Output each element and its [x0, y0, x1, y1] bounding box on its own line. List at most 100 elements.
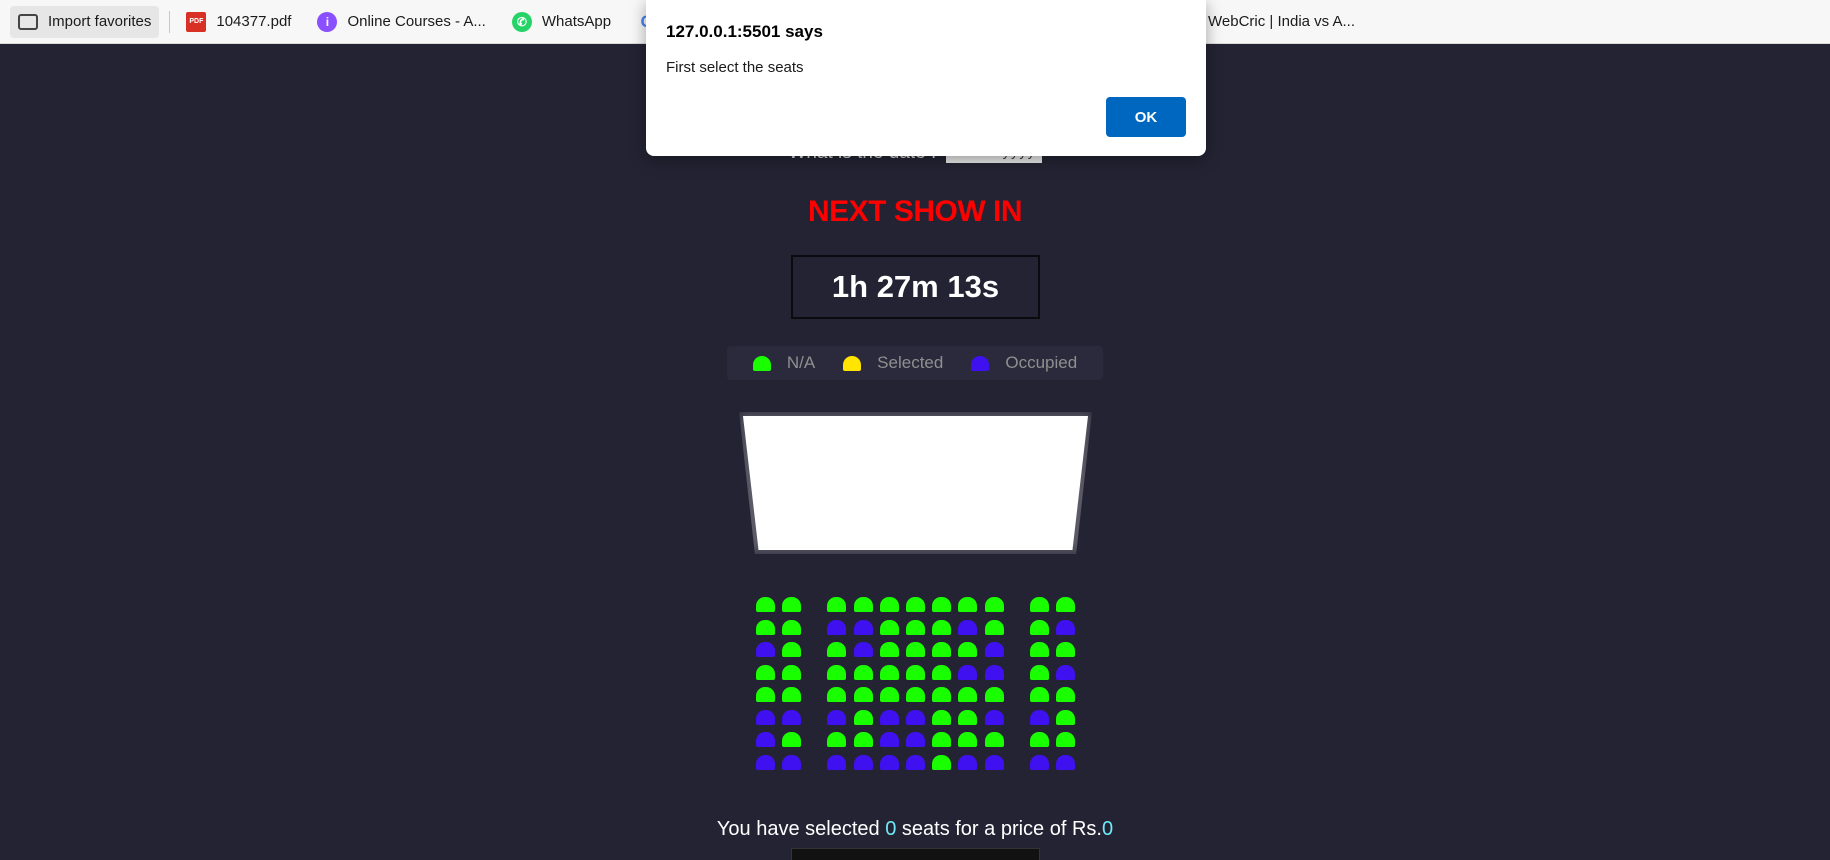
seat[interactable]: [932, 597, 951, 612]
seat[interactable]: [756, 732, 775, 747]
seat[interactable]: [1056, 597, 1075, 612]
seat[interactable]: [1056, 642, 1075, 657]
seat[interactable]: [782, 619, 801, 635]
seat[interactable]: [854, 619, 873, 635]
seat[interactable]: [827, 664, 846, 680]
seat[interactable]: [854, 754, 873, 770]
favorite-pdf[interactable]: PDF 104377.pdf: [178, 6, 299, 38]
seat[interactable]: [932, 664, 951, 680]
seat[interactable]: [985, 732, 1004, 747]
seat[interactable]: [958, 619, 977, 635]
seat[interactable]: [958, 687, 977, 702]
seat[interactable]: [985, 664, 1004, 680]
seat[interactable]: [854, 664, 873, 680]
seat[interactable]: [827, 709, 846, 725]
seat[interactable]: [782, 597, 801, 612]
seat[interactable]: [756, 709, 775, 725]
seat[interactable]: [827, 619, 846, 635]
seat[interactable]: [756, 642, 775, 657]
seat[interactable]: [854, 732, 873, 747]
seat[interactable]: [932, 709, 951, 725]
seat[interactable]: [985, 709, 1004, 725]
seat[interactable]: [756, 619, 775, 635]
legend-selected-label: Selected: [877, 353, 944, 372]
seat[interactable]: [1030, 642, 1049, 657]
seat[interactable]: [985, 597, 1004, 612]
seat[interactable]: [880, 709, 899, 725]
seat[interactable]: [1030, 687, 1049, 702]
seat[interactable]: [756, 687, 775, 702]
next-show-title: NEXT SHOW IN: [807, 195, 1023, 228]
seat[interactable]: [827, 732, 846, 747]
seat[interactable]: [932, 732, 951, 747]
seat[interactable]: [827, 754, 846, 770]
seat[interactable]: [1056, 754, 1075, 770]
seat[interactable]: [985, 687, 1004, 702]
seat[interactable]: [854, 709, 873, 725]
seat[interactable]: [880, 754, 899, 770]
seat[interactable]: [782, 732, 801, 747]
seat[interactable]: [1056, 687, 1075, 702]
seat[interactable]: [958, 754, 977, 770]
seat[interactable]: [880, 664, 899, 680]
seat[interactable]: [782, 664, 801, 680]
seat[interactable]: [827, 687, 846, 702]
seat[interactable]: [880, 619, 899, 635]
favorite-online-courses[interactable]: i Online Courses - A...: [309, 6, 493, 38]
favorite-webcric[interactable]: WebCric | India vs A...: [1200, 6, 1363, 38]
favorite-whatsapp[interactable]: ✆ WhatsApp: [504, 6, 619, 38]
legend-selected: Selected: [843, 353, 943, 373]
seat[interactable]: [932, 754, 951, 770]
seat[interactable]: [1030, 619, 1049, 635]
seat[interactable]: [880, 732, 899, 747]
seat[interactable]: [958, 664, 977, 680]
seat[interactable]: [932, 642, 951, 657]
seat[interactable]: [1030, 732, 1049, 747]
seat[interactable]: [958, 709, 977, 725]
seat[interactable]: [854, 597, 873, 612]
seat[interactable]: [854, 687, 873, 702]
seat-legend: N/A Selected Occupied: [727, 346, 1103, 380]
seat[interactable]: [958, 597, 977, 612]
seat[interactable]: [906, 687, 925, 702]
seat[interactable]: [1030, 597, 1049, 612]
seat[interactable]: [880, 687, 899, 702]
seat[interactable]: [1030, 664, 1049, 680]
seat[interactable]: [756, 754, 775, 770]
seat[interactable]: [827, 642, 846, 657]
seat[interactable]: [782, 642, 801, 657]
seat[interactable]: [827, 597, 846, 612]
seat[interactable]: [782, 687, 801, 702]
seat[interactable]: [880, 642, 899, 657]
seat[interactable]: [906, 597, 925, 612]
seat[interactable]: [985, 619, 1004, 635]
seat[interactable]: [932, 687, 951, 702]
seat[interactable]: [958, 732, 977, 747]
seat[interactable]: [906, 709, 925, 725]
seat[interactable]: [1056, 619, 1075, 635]
seat[interactable]: [756, 664, 775, 680]
seat[interactable]: [958, 642, 977, 657]
seat[interactable]: [782, 709, 801, 725]
seat[interactable]: [985, 642, 1004, 657]
seat[interactable]: [906, 664, 925, 680]
seat[interactable]: [1030, 754, 1049, 770]
seat[interactable]: [1030, 709, 1049, 725]
seat[interactable]: [1056, 664, 1075, 680]
folder-import-icon: [18, 13, 38, 30]
seat[interactable]: [932, 619, 951, 635]
seat[interactable]: [880, 597, 899, 612]
seat[interactable]: [985, 754, 1004, 770]
seat[interactable]: [906, 642, 925, 657]
import-favorites-button[interactable]: Import favorites: [10, 5, 160, 38]
book-button[interactable]: [791, 848, 1040, 860]
seat[interactable]: [756, 597, 775, 612]
seat[interactable]: [782, 754, 801, 770]
ok-button[interactable]: OK: [1106, 97, 1186, 137]
seat[interactable]: [906, 619, 925, 635]
seat[interactable]: [906, 732, 925, 747]
seat[interactable]: [1056, 732, 1075, 747]
seat[interactable]: [1056, 709, 1075, 725]
seat[interactable]: [906, 754, 925, 770]
seat[interactable]: [854, 642, 873, 657]
